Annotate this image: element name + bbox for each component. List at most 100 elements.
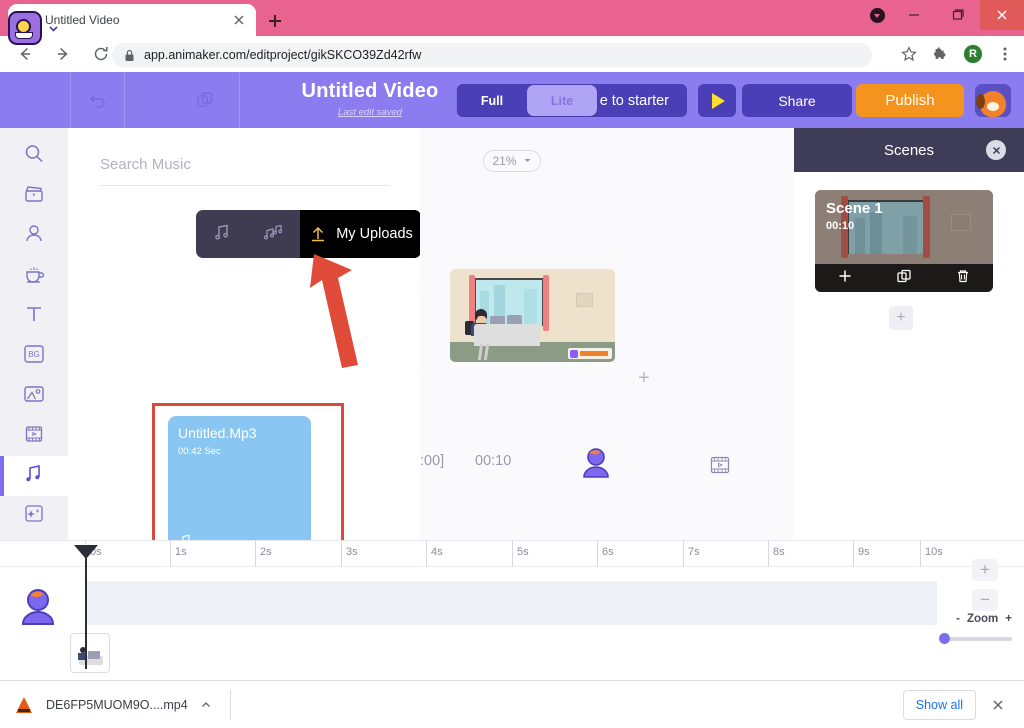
ruler-tick: 2s <box>260 546 272 558</box>
undo-icon[interactable] <box>83 86 113 114</box>
duplicate-icon[interactable] <box>896 268 912 289</box>
zoom-slider[interactable] <box>939 633 1012 644</box>
new-tab-button[interactable] <box>262 8 288 34</box>
vlc-icon <box>16 696 32 713</box>
tab-my-uploads-label: My Uploads <box>336 226 413 242</box>
tab-sound-effects[interactable] <box>248 210 300 258</box>
chevron-down-icon <box>523 154 532 168</box>
dog-mascot-icon[interactable] <box>975 84 1011 117</box>
sidebar-item-search[interactable] <box>0 136 68 176</box>
sidebar-item-text[interactable] <box>0 296 68 336</box>
canvas-add-marker[interactable]: + <box>638 368 650 388</box>
puzzle-icon[interactable] <box>926 39 956 69</box>
canvas-zoom-dropdown[interactable]: 21% <box>483 150 541 172</box>
maximize-button[interactable] <box>936 0 980 30</box>
plus-icon[interactable] <box>837 268 853 289</box>
sidebar-item-video-clip[interactable] <box>0 416 68 456</box>
header-divider-2 <box>124 72 125 128</box>
ruler-tick: 8s <box>773 546 785 558</box>
show-all-button[interactable]: Show all <box>902 689 976 720</box>
text-icon <box>23 303 45 330</box>
canvas-time-end: 00:10 <box>475 453 512 469</box>
page-title[interactable]: Untitled Video <box>262 80 478 103</box>
sidebar-item-video[interactable] <box>0 176 68 216</box>
sound-effects-icon <box>262 221 286 248</box>
download-bar-actions: Show all <box>902 689 1010 720</box>
timeline-ruler[interactable]: 0s 1s 2s 3s 4s 5s 6s 7s 8s 9s 10s <box>0 541 1024 567</box>
sidebar-item-effects[interactable] <box>0 496 68 536</box>
ruler-tick: 1s <box>175 546 187 558</box>
address-bar[interactable]: app.animaker.com/editproject/gikSKCO39Zd… <box>112 43 872 67</box>
share-button[interactable]: Share <box>742 84 852 117</box>
profile-initial: R <box>963 44 983 64</box>
character-icon[interactable] <box>578 446 614 487</box>
sidebar-item-props[interactable] <box>0 256 68 296</box>
zoom-slider-handle[interactable] <box>939 633 950 644</box>
mode-toggle[interactable]: Full Lite <box>457 85 597 116</box>
sidebar-item-music[interactable] <box>0 456 68 496</box>
mode-full[interactable]: Full <box>457 85 527 116</box>
trash-icon[interactable] <box>955 268 971 289</box>
sidebar-item-character[interactable] <box>0 216 68 256</box>
download-bar: DE6FP5MUOM9O....mp4 Show all <box>0 680 1024 728</box>
three-dot-icon[interactable] <box>990 39 1020 69</box>
bg-icon: BG <box>22 344 46 369</box>
ruler-tick: 4s <box>431 546 443 558</box>
search-icon <box>23 143 45 170</box>
timeline-scene-thumbnail[interactable] <box>70 633 110 673</box>
browser-tab-bar: Untitled Video <box>0 0 1024 36</box>
sidebar-item-background[interactable]: BG <box>0 336 68 376</box>
scene-card[interactable]: Scene 1 00:10 <box>815 190 993 292</box>
preview-play-button[interactable] <box>698 84 736 117</box>
header-divider-3 <box>239 72 240 128</box>
profile-avatar[interactable]: R <box>958 39 988 69</box>
lock-icon <box>124 49 135 62</box>
tab-music[interactable] <box>196 210 248 258</box>
sidebar-item-image[interactable] <box>0 376 68 416</box>
timeline-track[interactable] <box>85 581 937 625</box>
ruler-tick: 10s <box>925 546 943 558</box>
timeline-zoom-in-button[interactable]: + <box>972 559 998 581</box>
close-icon[interactable] <box>230 11 248 29</box>
close-window-button[interactable] <box>980 0 1024 30</box>
project-save-status: Last edit saved <box>338 107 402 118</box>
search-input[interactable] <box>100 156 390 173</box>
close-icon[interactable] <box>986 693 1010 717</box>
filmstrip-icon <box>23 423 45 450</box>
image-icon <box>22 384 46 409</box>
address-bar-url: app.animaker.com/editproject/gikSKCO39Zd… <box>144 48 422 62</box>
canvas-stage[interactable] <box>450 269 615 362</box>
ruler-tick: 3s <box>346 546 358 558</box>
tab-my-uploads[interactable]: My Uploads <box>300 210 421 258</box>
close-icon[interactable] <box>986 140 1006 160</box>
chevron-up-icon[interactable] <box>200 699 212 711</box>
ruler-tick: 7s <box>688 546 700 558</box>
audio-title: Untitled.Mp3 <box>178 425 257 441</box>
minimize-button[interactable] <box>892 0 936 30</box>
download-divider <box>229 689 231 720</box>
timeline-zoom-out-button[interactable]: − <box>972 589 998 611</box>
duplicate-icon[interactable] <box>190 86 220 114</box>
upload-icon <box>308 224 328 244</box>
mode-lite[interactable]: Lite <box>527 85 597 116</box>
canvas-area[interactable]: 21% + :00] 00:10 <box>420 128 794 540</box>
track-character-icon[interactable] <box>16 586 60 635</box>
publish-button[interactable]: Publish <box>856 84 964 117</box>
left-sidebar: BG <box>0 128 68 540</box>
star-icon[interactable] <box>894 39 924 69</box>
add-scene-button[interactable]: + <box>889 306 913 330</box>
canvas-zoom-value: 21% <box>492 154 517 168</box>
filmstrip-icon[interactable] <box>708 454 732 481</box>
scene-label: Scene 1 <box>826 200 883 217</box>
scenes-panel: Scenes Scene 1 00:10 + <box>794 128 1024 540</box>
window-extra-icon[interactable] <box>862 0 892 30</box>
zoom-plus-label: + <box>1005 613 1012 625</box>
chevron-down-icon[interactable] <box>47 22 60 35</box>
music-panel: My Uploads Untitled.Mp3 00:42 Sec <box>68 128 421 579</box>
ruler-tick: 5s <box>517 546 529 558</box>
animaker-logo[interactable] <box>8 4 70 52</box>
download-item[interactable]: DE6FP5MUOM9O....mp4 <box>16 696 212 713</box>
browser-tab-title: Untitled Video <box>45 13 120 27</box>
browser-toolbar: app.animaker.com/editproject/gikSKCO39Zd… <box>0 36 1024 72</box>
search-music-field[interactable] <box>100 156 390 186</box>
